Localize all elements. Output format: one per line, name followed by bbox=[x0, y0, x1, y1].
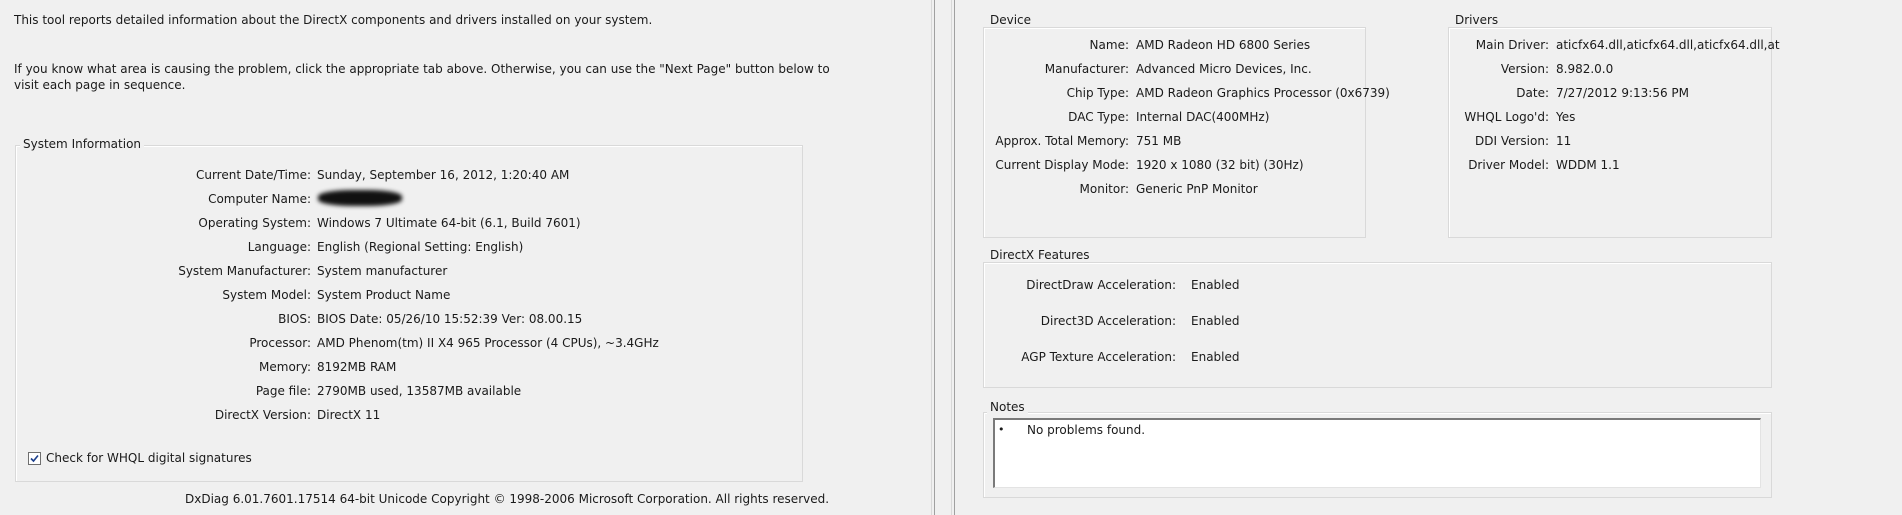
processor-value: AMD Phenom(tm) II X4 965 Processor (4 CP… bbox=[317, 336, 659, 350]
main-driver-label: Main Driver: bbox=[1475, 38, 1549, 52]
device-manufacturer-value: Advanced Micro Devices, Inc. bbox=[1136, 62, 1312, 76]
driver-model-label: Driver Model: bbox=[1468, 158, 1549, 172]
notes-item: No problems found. bbox=[1027, 423, 1146, 437]
whql-checkbox-label[interactable]: Check for WHQL digital signatures bbox=[46, 451, 252, 465]
device-title: Device bbox=[987, 13, 1035, 27]
monitor-label: Monitor: bbox=[1079, 182, 1129, 196]
driver-version-label: Version: bbox=[1500, 62, 1549, 76]
language-label: Language: bbox=[247, 240, 311, 254]
page-file-value: 2790MB used, 13587MB available bbox=[317, 384, 522, 398]
agp-texture-acceleration-label: AGP Texture Acceleration: bbox=[1021, 350, 1176, 364]
whql-checkbox[interactable] bbox=[28, 452, 41, 465]
intro-text-line-1: This tool reports detailed information a… bbox=[14, 13, 653, 27]
redacted-computer-name bbox=[318, 190, 402, 206]
total-memory-value: 751 MB bbox=[1136, 134, 1182, 148]
date-time-value: Sunday, September 16, 2012, 1:20:40 AM bbox=[317, 168, 570, 182]
total-memory-label: Approx. Total Memory: bbox=[995, 134, 1129, 148]
bios-label: BIOS: bbox=[278, 312, 311, 326]
date-time-label: Current Date/Time: bbox=[195, 168, 311, 182]
whql-logo-label: WHQL Logo'd: bbox=[1464, 110, 1549, 124]
checkmark-icon bbox=[30, 454, 39, 463]
footer-copyright: DxDiag 6.01.7601.17514 64-bit Unicode Co… bbox=[185, 492, 830, 506]
bios-value: BIOS Date: 05/26/10 15:52:39 Ver: 08.00.… bbox=[317, 312, 583, 326]
processor-label: Processor: bbox=[249, 336, 311, 350]
drivers-group bbox=[1448, 27, 1772, 238]
memory-label: Memory: bbox=[259, 360, 311, 374]
system-manufacturer-label: System Manufacturer: bbox=[178, 264, 311, 278]
system-model-label: System Model: bbox=[222, 288, 311, 302]
directx-version-value: DirectX 11 bbox=[317, 408, 381, 422]
display-mode-label: Current Display Mode: bbox=[995, 158, 1129, 172]
driver-model-value: WDDM 1.1 bbox=[1556, 158, 1620, 172]
driver-version-value: 8.982.0.0 bbox=[1556, 62, 1614, 76]
system-manufacturer-value: System manufacturer bbox=[317, 264, 448, 278]
intro-text-line-3: visit each page in sequence. bbox=[14, 78, 186, 92]
whql-logo-value: Yes bbox=[1556, 110, 1576, 124]
directx-features-title: DirectX Features bbox=[987, 248, 1093, 262]
dac-type-value: Internal DAC(400MHz) bbox=[1136, 110, 1270, 124]
panel-divider-light bbox=[931, 0, 932, 515]
drivers-title: Drivers bbox=[1452, 13, 1502, 27]
device-manufacturer-label: Manufacturer: bbox=[1044, 62, 1129, 76]
notes-bullet-icon: • bbox=[998, 423, 1005, 436]
chip-type-value: AMD Radeon Graphics Processor (0x6739) bbox=[1136, 86, 1390, 100]
notes-textbox[interactable]: • No problems found. bbox=[993, 418, 1761, 488]
notes-title: Notes bbox=[987, 400, 1028, 414]
system-information-title: System Information bbox=[20, 137, 145, 151]
device-group bbox=[983, 27, 1366, 238]
monitor-value: Generic PnP Monitor bbox=[1136, 182, 1258, 196]
main-driver-value: aticfx64.dll,aticfx64.dll,aticfx64.dll,a… bbox=[1556, 38, 1780, 52]
memory-value: 8192MB RAM bbox=[317, 360, 397, 374]
driver-date-label: Date: bbox=[1516, 86, 1549, 100]
ddi-version-label: DDI Version: bbox=[1474, 134, 1549, 148]
device-name-value: AMD Radeon HD 6800 Series bbox=[1136, 38, 1311, 52]
intro-text-line-2: If you know what area is causing the pro… bbox=[14, 62, 830, 76]
panel-divider-2 bbox=[954, 0, 955, 515]
computer-name-label: Computer Name: bbox=[208, 192, 311, 206]
ddi-version-value: 11 bbox=[1556, 134, 1572, 148]
panel-divider bbox=[934, 0, 935, 515]
chip-type-label: Chip Type: bbox=[1066, 86, 1129, 100]
direct3d-acceleration-label: Direct3D Acceleration: bbox=[1040, 314, 1176, 328]
operating-system-label: Operating System: bbox=[198, 216, 311, 230]
directdraw-acceleration-value: Enabled bbox=[1191, 278, 1240, 292]
system-model-value: System Product Name bbox=[317, 288, 451, 302]
dac-type-label: DAC Type: bbox=[1068, 110, 1129, 124]
language-value: English (Regional Setting: English) bbox=[317, 240, 524, 254]
driver-date-value: 7/27/2012 9:13:56 PM bbox=[1556, 86, 1690, 100]
device-name-label: Name: bbox=[1089, 38, 1129, 52]
panel-divider-light-2 bbox=[951, 0, 952, 515]
operating-system-value: Windows 7 Ultimate 64-bit (6.1, Build 76… bbox=[317, 216, 581, 230]
directdraw-acceleration-label: DirectDraw Acceleration: bbox=[1026, 278, 1176, 292]
display-mode-value: 1920 x 1080 (32 bit) (30Hz) bbox=[1136, 158, 1304, 172]
page-file-label: Page file: bbox=[255, 384, 311, 398]
direct3d-acceleration-value: Enabled bbox=[1191, 314, 1240, 328]
directx-version-label: DirectX Version: bbox=[214, 408, 311, 422]
agp-texture-acceleration-value: Enabled bbox=[1191, 350, 1240, 364]
